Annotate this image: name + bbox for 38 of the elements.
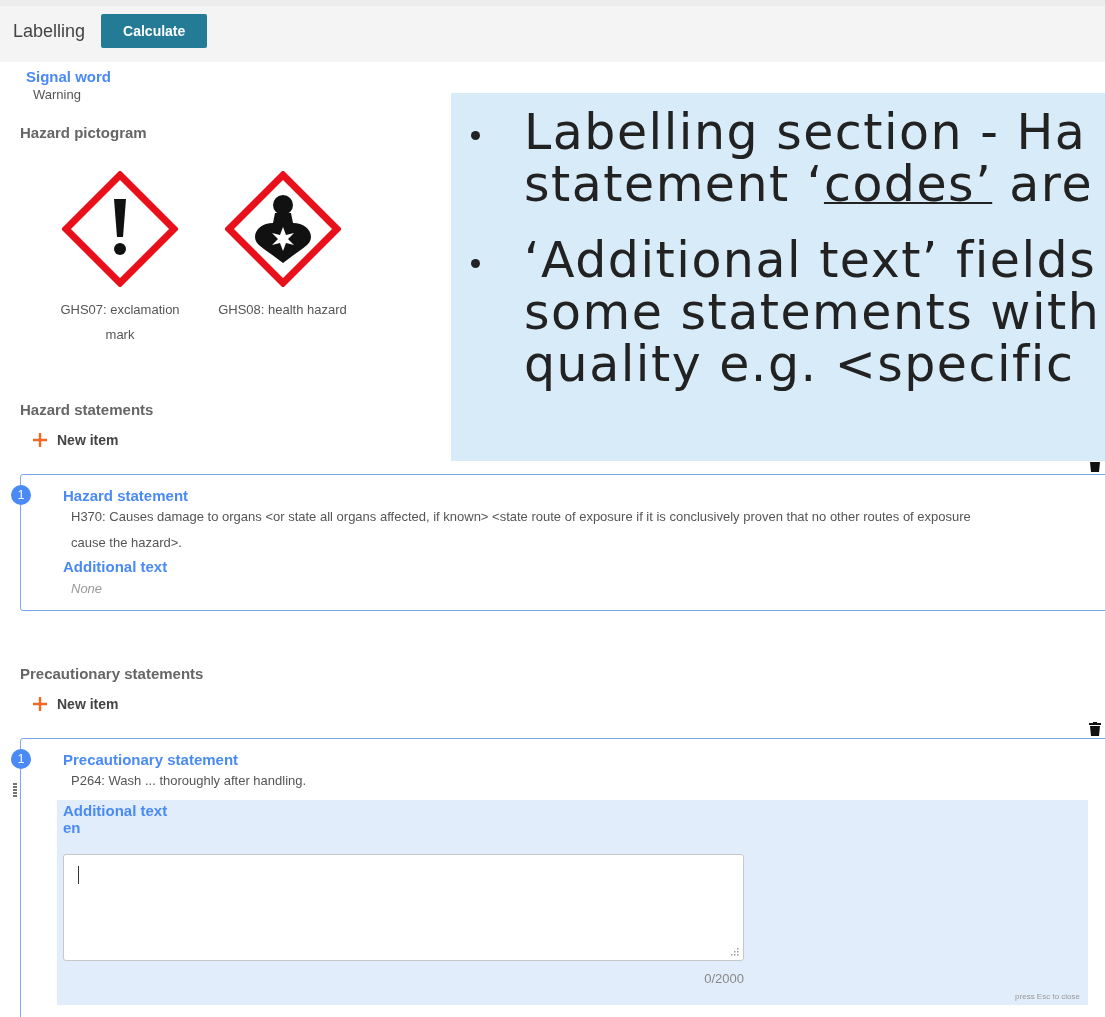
plus-icon — [32, 696, 48, 712]
bullet-icon — [471, 259, 480, 268]
section-heading: Hazard pictogram — [20, 124, 147, 141]
field-label: Signal word — [26, 68, 111, 85]
statement-text: H370: Causes damage to organs <or state all organs affected, if known> <state route of exposure if it is conclusively proven that no other routes of exposure cause the hazard>. — [70, 508, 972, 552]
callout-text: some statements with — [524, 287, 1101, 339]
field-value: None — [70, 580, 103, 596]
pictogram-caption: GHS08: health hazard — [218, 301, 347, 319]
delete-icon[interactable] — [1089, 722, 1101, 736]
resize-grip-icon[interactable] — [731, 948, 739, 956]
field-label: Precautionary statement — [63, 751, 239, 768]
number-badge: 1 — [11, 749, 31, 769]
field-label: Additional text — [63, 802, 168, 819]
field-label: Hazard statement — [63, 487, 189, 504]
callout-text: statement ‘codes’ are — [524, 159, 1094, 211]
hint-text: press Esc to close — [1015, 992, 1080, 1001]
health-hazard-icon — [224, 171, 341, 287]
callout-text: quality e.g. <specific — [524, 339, 1075, 391]
new-item-button[interactable]: New item — [32, 696, 119, 712]
new-item-button[interactable]: New item — [32, 432, 119, 448]
section-heading: Precautionary statements — [20, 665, 204, 682]
field-label: Additional text — [63, 558, 168, 575]
text-cursor — [78, 866, 79, 884]
callout-text: Labelling section - Ha — [524, 107, 1087, 159]
pictogram-caption: GHS07: exclamation mark — [59, 301, 181, 344]
statement-text: P264: Wash ... thoroughly after handling. — [70, 772, 308, 790]
section-heading: Hazard statements — [20, 401, 154, 418]
character-counter: 0/2000 — [704, 971, 744, 986]
number-badge: 1 — [11, 485, 31, 505]
drag-handle-icon[interactable] — [13, 783, 17, 797]
field-value: Warning — [33, 87, 81, 102]
plus-icon — [32, 432, 48, 448]
calculate-button[interactable]: Calculate — [101, 14, 208, 48]
language-label: en — [63, 819, 81, 836]
bullet-icon — [471, 131, 480, 140]
exclamation-hazard-icon — [62, 171, 178, 287]
callout-text: ‘Additional text’ fields — [524, 235, 1097, 287]
section-title: Labelling — [13, 20, 86, 42]
